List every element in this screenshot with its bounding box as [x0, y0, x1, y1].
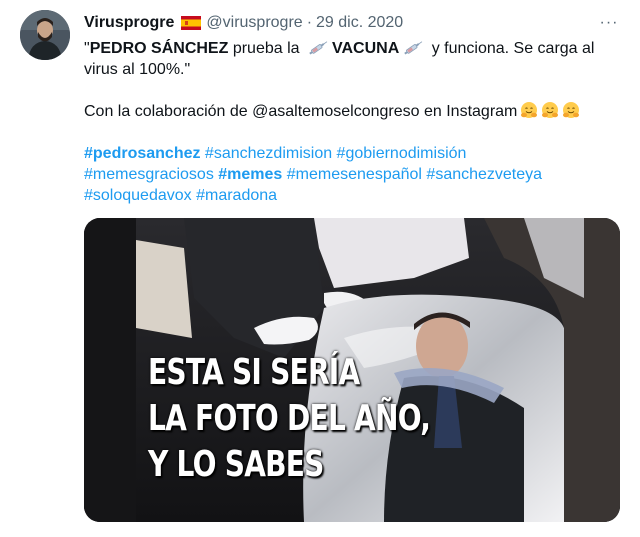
- syringe-icon: [402, 40, 424, 55]
- meme-caption-line: LA FOTO DEL AÑO,: [148, 398, 431, 439]
- tweet-media-image[interactable]: ESTA SI SERÍA LA FOTO DEL AÑO, Y LO SABE…: [84, 218, 620, 522]
- syringe-icon: [307, 40, 329, 55]
- author-name[interactable]: Virusprogre: [84, 14, 174, 32]
- hashtag-line-3: #soloquedavox #maradona: [84, 185, 614, 206]
- hugging-face-icon: [520, 101, 538, 119]
- author-handle[interactable]: @virusprogre: [206, 14, 302, 32]
- hashtag-link[interactable]: #pedrosanchez: [84, 145, 200, 162]
- text-segment-1: prueba la: [228, 40, 304, 57]
- hashtags: #pedrosanchez #sanchezdimision #gobierno…: [84, 143, 614, 206]
- tweet-date[interactable]: 29 dic. 2020: [316, 14, 403, 32]
- hugging-face-icon: [541, 101, 559, 119]
- hashtag-line-2: #memesgraciosos #memes #memesenespañol #…: [84, 164, 614, 185]
- tweet-paragraph-2: Con la colaboración de @asaltemoselcongr…: [84, 101, 614, 122]
- spain-flag-icon: [181, 16, 202, 30]
- hashtag-link[interactable]: #sanchezdimision #gobiernodimisión: [200, 145, 467, 162]
- collab-text: Con la colaboración de @asaltemoselcongr…: [84, 103, 518, 120]
- tweet-text: "PEDRO SÁNCHEZ prueba la VACUNA y funcio…: [84, 38, 614, 206]
- meme-caption: ESTA SI SERÍA LA FOTO DEL AÑO, Y LO SABE…: [148, 350, 431, 488]
- tweet-header: Virusprogre @virusprogre · 29 dic. 2020 …: [84, 12, 620, 34]
- hashtag-link[interactable]: #memesgraciosos: [84, 166, 218, 183]
- hugging-face-icon: [562, 101, 580, 119]
- hashtag-link[interactable]: #memes: [218, 166, 282, 183]
- meme-caption-line: ESTA SI SERÍA: [148, 352, 360, 393]
- header-separator: ·: [306, 14, 313, 31]
- hashtag-line-1: #pedrosanchez #sanchezdimision #gobierno…: [84, 143, 614, 164]
- bold-name: PEDRO SÁNCHEZ: [89, 40, 229, 57]
- meme-caption-line: Y LO SABES: [148, 444, 324, 485]
- hashtag-link[interactable]: #memesenespañol #sanchezveteya: [282, 166, 542, 183]
- avatar[interactable]: [20, 10, 70, 60]
- more-icon[interactable]: ···: [598, 12, 620, 34]
- hashtag-link[interactable]: #soloquedavox #maradona: [84, 187, 277, 204]
- bold-vacuna: VACUNA: [331, 40, 400, 57]
- tweet-paragraph-1: "PEDRO SÁNCHEZ prueba la VACUNA y funcio…: [84, 38, 614, 80]
